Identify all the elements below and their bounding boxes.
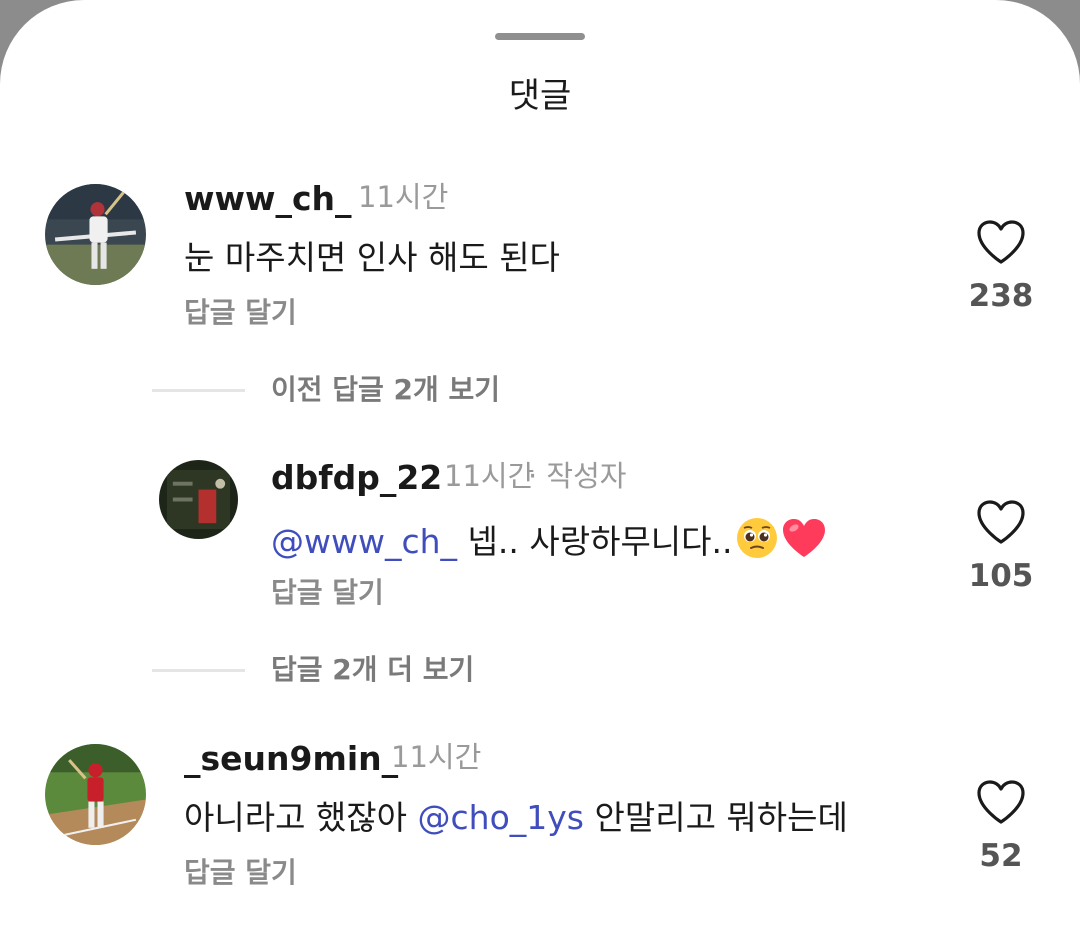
mention-link[interactable]: @www_ch_ (271, 522, 457, 561)
reply-button[interactable]: 답글 달기 (184, 295, 297, 331)
reply-button[interactable]: 답글 달기 (271, 575, 384, 611)
like-heart-icon[interactable] (975, 778, 1027, 826)
comment-text: 넵.. 사랑하무니다.. (467, 522, 733, 561)
avatar[interactable] (45, 184, 146, 285)
thread-divider (152, 669, 245, 672)
comment-username[interactable]: www_ch_ (184, 179, 352, 219)
sheet-title: 댓글 (508, 76, 572, 116)
avatar[interactable] (159, 460, 238, 539)
like-count: 105 (968, 558, 1034, 594)
comment-username[interactable]: dbfdp_22 (271, 458, 442, 498)
view-more-replies-button[interactable]: 답글 2개 더 보기 (271, 652, 474, 688)
like-heart-icon[interactable] (975, 498, 1027, 546)
mention-link[interactable]: @cho_1ys (418, 798, 584, 837)
comment-text-row: @www_ch_ 넵.. 사랑하무니다.. (271, 516, 827, 571)
comment-text: 안말리고 뭐하는데 (594, 798, 848, 837)
comment-text-row: 아니라고 했잖아 @cho_1ys 안말리고 뭐하는데 (184, 796, 848, 840)
comments-sheet: 댓글 www_ch_ 11시간 눈 마주치면 인사 해도 된다 답글 달기 23… (0, 0, 1080, 939)
comment-username[interactable]: _seun9min_ (184, 739, 398, 779)
like-count: 238 (968, 278, 1034, 314)
author-badge: · 작성자 (528, 459, 627, 493)
comment-text: 아니라고 했잖아 (184, 798, 408, 837)
avatar[interactable] (45, 744, 146, 845)
pleading-face-emoji (735, 516, 779, 571)
comment-timestamp: 11시간 (358, 180, 449, 214)
red-heart-emoji (781, 517, 827, 570)
comment-timestamp: 11시간 (444, 459, 535, 493)
comment-text: 눈 마주치면 인사 해도 된다 (184, 238, 560, 277)
like-heart-icon[interactable] (975, 218, 1027, 266)
view-previous-replies-button[interactable]: 이전 답글 2개 보기 (271, 372, 500, 408)
comment-timestamp: 11시간 (391, 740, 482, 774)
like-count: 52 (979, 838, 1023, 874)
drag-handle[interactable] (495, 33, 585, 40)
thread-divider (152, 389, 245, 392)
reply-button[interactable]: 답글 달기 (184, 855, 297, 891)
